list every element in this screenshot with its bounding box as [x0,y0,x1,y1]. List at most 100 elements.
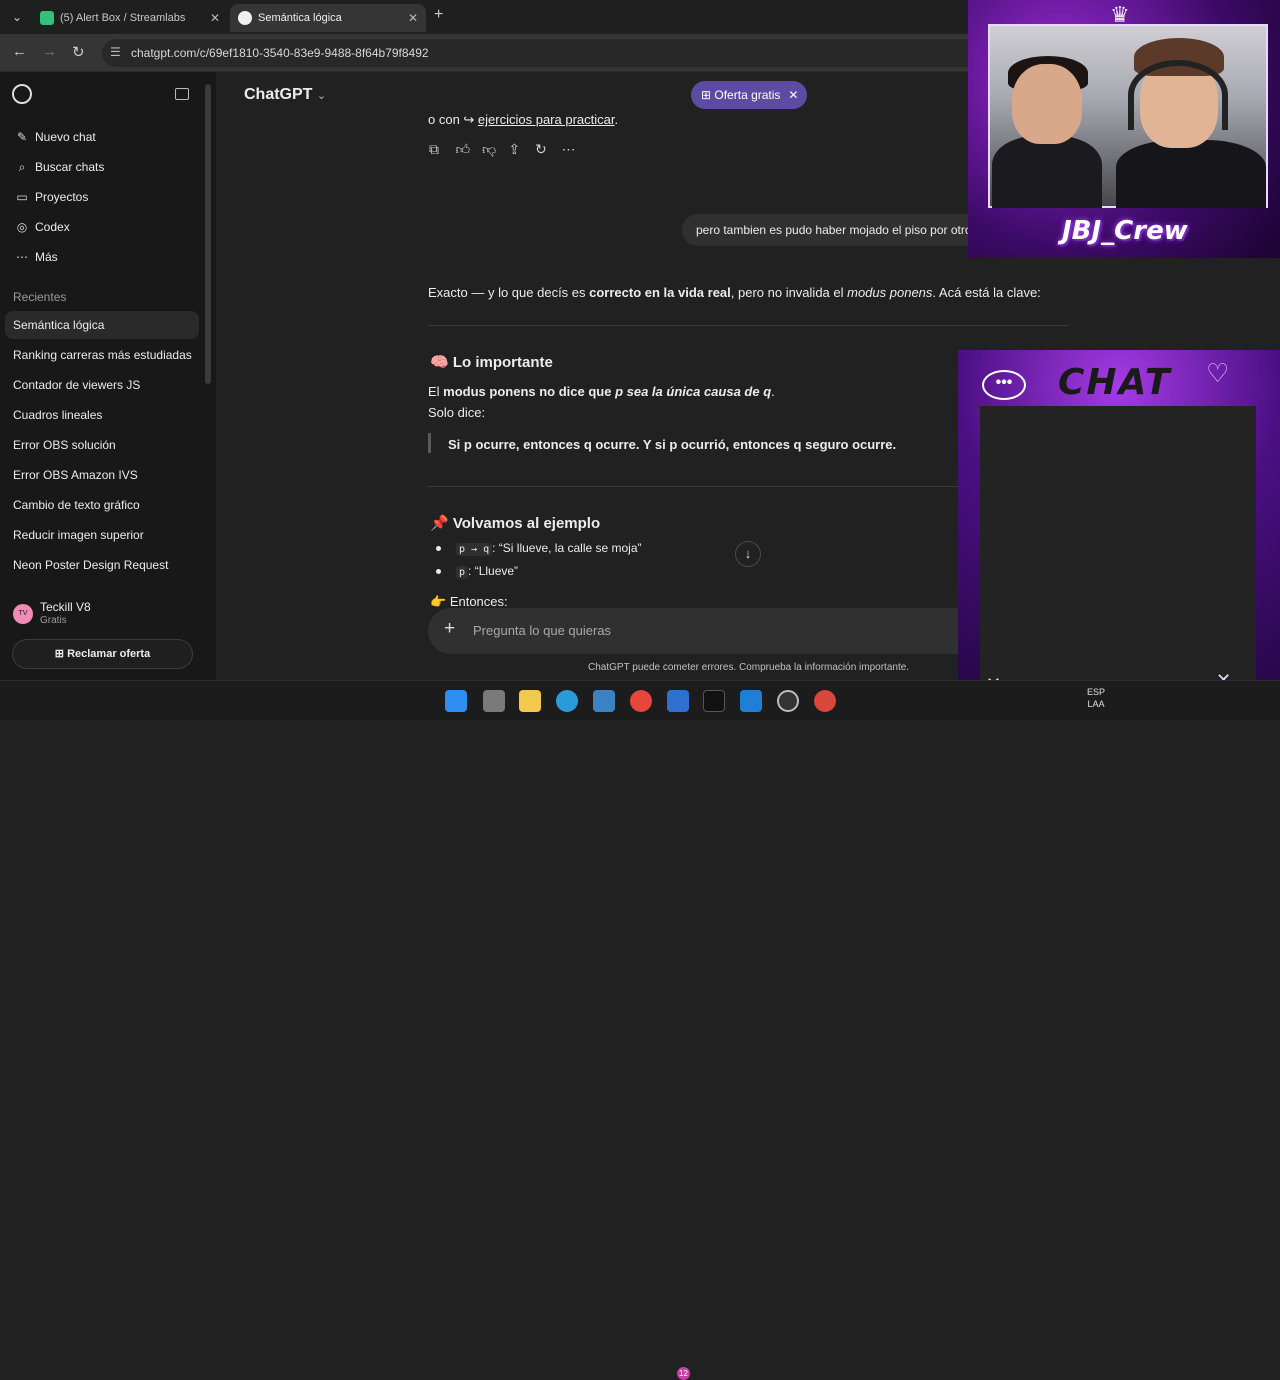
crew-logo: JBJ_Crew [1062,216,1188,246]
divider [428,325,1069,326]
arrow-down-icon: ↓ [744,546,752,561]
webcam-person-right [1116,140,1266,208]
thumbs-down-icon[interactable]: 👎︎ [482,141,509,158]
list-item-text: : “Llueve” [468,564,519,578]
sidebar-item-nuevo-chat[interactable]: ✎ Nuevo chat [14,130,96,144]
heading-text: Lo importante [452,354,553,371]
chrome-profile-icon[interactable] [814,690,836,712]
chrome-icon[interactable] [630,690,652,712]
file-explorer-icon[interactable] [519,690,541,712]
recent-chat-item[interactable]: Neon Poster Design Request [13,558,168,572]
back-icon[interactable]: ← [12,43,27,60]
plus-icon[interactable]: + [444,618,455,640]
chat-overlay-panel [980,406,1256,688]
more-icon[interactable]: ⋯ [562,141,589,158]
url-bar[interactable]: ☰ chatgpt.com/c/69ef1810-3540-83e9-9488-… [102,39,982,67]
folder-icon: ▭ [16,190,28,204]
text-run: Entonces: [449,594,508,609]
new-tab-button[interactable]: + [434,6,443,24]
recent-chat-item[interactable]: Cambio de texto gráfico [13,498,140,512]
obs-icon[interactable] [777,690,799,712]
sidebar-scrollbar[interactable] [205,84,211,384]
heading-text: Volvamos al ejemplo [452,515,601,532]
sidebar-item-codex[interactable]: ◎ Codex [14,220,70,234]
sidebar-item-label: Más [35,250,58,264]
offer-badge[interactable]: ⊞ Oferta gratis ✕ [691,81,807,109]
text-run: , pero no invalida el [730,285,848,300]
prompt-input[interactable]: Pregunta lo que quieras [473,623,611,638]
chevron-down-icon: ⌄ [316,90,327,102]
text-run: . Acá está la clave: [932,285,1041,300]
chat-overlay-title: CHAT [1058,362,1172,403]
vscode-icon[interactable] [740,690,762,712]
compose-icon: ✎ [16,130,28,144]
practice-exercises-link[interactable]: ejercicios para practicar [478,112,615,127]
paragraph: El modus ponens no dice que p sea la úni… [428,384,775,399]
openai-logo-icon[interactable] [12,84,32,104]
more-icon: ⋯ [16,250,28,264]
section-heading-lo-importante: 🧠 Lo importante [430,353,553,371]
crown-icon: ♛ [1110,2,1130,27]
teams-icon[interactable] [667,690,689,712]
regenerate-icon[interactable]: ↻ [535,141,562,158]
site-info-icon[interactable]: ☰ [110,45,121,59]
store-icon[interactable] [593,690,615,712]
paragraph: Solo dice: [428,405,486,420]
inline-code: p → q [456,543,493,556]
inline-code: p [456,566,469,579]
avatar[interactable]: TV [13,604,33,624]
close-tab-icon[interactable]: ✕ [408,4,418,32]
recent-chat-item[interactable]: Contador de viewers JS [13,378,140,392]
pointing-hand-icon: 👉 [430,594,447,609]
text-run-bold-italic: p sea la única causa de q [615,384,772,399]
scroll-down-button[interactable]: ↓ [735,541,761,567]
sidebar: ✎ Nuevo chat ⌕ Buscar chats ▭ Proyectos ◎ Co… [0,72,216,680]
speech-bubble-icon: ••• [982,370,1026,400]
sidebar-item-mas[interactable]: ⋯ Más [14,250,58,264]
model-selector[interactable]: ChatGPT ⌄ [244,86,326,104]
page-title: ChatGPT [244,86,313,103]
recent-chat-item[interactable]: Ranking carreras más estudiadas [13,348,192,362]
tab-title: Semántica lógica [258,12,342,24]
reload-icon[interactable]: ↻ [72,43,85,61]
language-indicator[interactable]: ESP LAA [1087,686,1105,710]
edge-icon[interactable] [556,690,578,712]
forward-icon[interactable]: → [42,43,57,60]
tab-search-menu[interactable]: ⌄ [6,6,28,28]
recent-chat-item[interactable]: Reducir imagen superior [13,528,144,542]
close-tab-icon[interactable]: ✕ [210,4,220,32]
webcam-person-left-face [1012,64,1082,144]
webcam-person-left [992,136,1102,208]
recent-chat-item[interactable]: Semántica lógica [13,318,104,332]
recent-chat-item[interactable]: Error OBS Amazon IVS [13,468,138,482]
pin-icon: 📌 [430,515,449,532]
gift-icon: ⊞ [54,648,68,660]
sidebar-toggle-icon[interactable] [175,88,189,100]
sidebar-item-buscar-chats[interactable]: ⌕ Buscar chats [14,160,105,175]
thumbs-up-icon[interactable]: 👍︎ [456,141,483,158]
chatgpt-favicon-icon [238,11,252,25]
close-icon[interactable]: ✕ [788,88,798,102]
blockquote-bar [428,433,431,453]
user-name[interactable]: Teckill V8 [40,600,91,614]
language-code: ESP [1087,687,1106,697]
tidal-icon[interactable] [703,690,725,712]
recent-chat-item[interactable]: Cuadros lineales [13,408,102,422]
sidebar-item-label: Proyectos [35,190,89,204]
claim-offer-button[interactable]: ⊞ Reclamar oferta [12,639,193,669]
recent-chat-item[interactable]: Error OBS solución [13,438,116,452]
keyboard-layout: LAA [1087,699,1105,709]
previous-message-tail: o con ↪ ejercicios para practicar. [428,112,618,128]
share-icon[interactable]: ⇪ [509,141,536,158]
task-view-icon[interactable] [483,690,505,712]
copy-icon[interactable]: ⧉ [429,141,456,158]
start-icon[interactable] [445,690,467,712]
brain-icon: 🧠 [430,354,449,371]
tab-semantica[interactable]: Semántica lógica ✕ [230,4,426,32]
user-plan: Gratis [40,615,67,626]
tab-streamlabs[interactable]: (5) Alert Box / Streamlabs ✕ [32,4,228,32]
bullet-dot [436,546,441,551]
sidebar-item-proyectos[interactable]: ▭ Proyectos [14,190,88,204]
text-run-bold: correcto en la vida real [589,285,731,300]
text-run: . [771,384,775,399]
